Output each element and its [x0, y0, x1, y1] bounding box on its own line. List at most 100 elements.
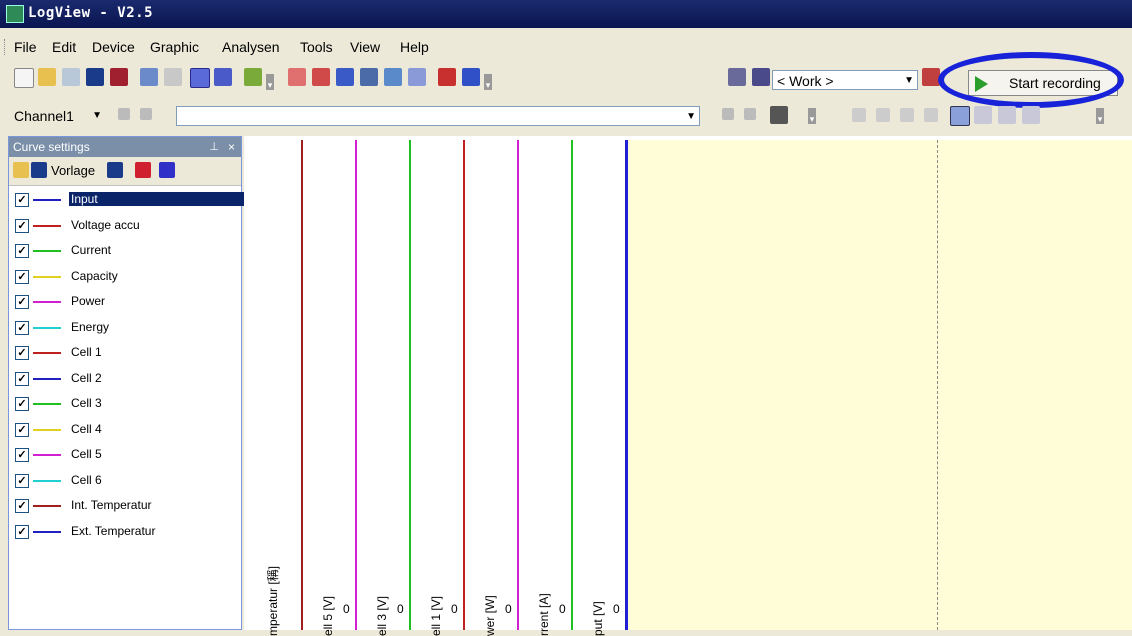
toolbar-chevron-4-icon[interactable]: ▾: [1096, 108, 1104, 124]
work-combo[interactable]: < Work > ▼: [772, 70, 918, 90]
arrow-left-2-icon[interactable]: [722, 108, 734, 120]
save-all-icon[interactable]: [86, 68, 104, 86]
zoom-in-icon[interactable]: [438, 68, 456, 86]
arrow-left-icon[interactable]: [118, 108, 130, 120]
menu-tools[interactable]: Tools: [300, 39, 333, 55]
curve-row[interactable]: ✓ Voltage accu: [9, 215, 241, 239]
y-axis-label: rrent [A]: [537, 556, 557, 636]
panel-header: Curve settings ⊥ ×: [9, 137, 241, 157]
curve-tool-2-icon[interactable]: [159, 162, 175, 178]
y-axis-line[interactable]: [301, 140, 303, 630]
curve-checkbox[interactable]: ✓: [15, 193, 29, 207]
curve-checkbox[interactable]: ✓: [15, 371, 29, 386]
curve-row[interactable]: ✓ Int. Temperatur: [9, 495, 241, 519]
curve-color-swatch: [33, 479, 61, 482]
underline-icon[interactable]: [924, 108, 938, 122]
toolbar-chevron-2-icon[interactable]: ▾: [484, 74, 492, 90]
curve-checkbox[interactable]: ✓: [15, 269, 29, 284]
window-icon[interactable]: [336, 68, 354, 86]
toolbar-chevron-icon[interactable]: ▾: [266, 74, 274, 90]
menu-graphic[interactable]: Graphic: [150, 39, 199, 55]
curve-row[interactable]: ✓ Energy: [9, 317, 241, 341]
curve-checkbox[interactable]: ✓: [15, 448, 29, 462]
curve-row[interactable]: ✓ Power: [9, 291, 241, 315]
curve-row[interactable]: ✓ Cell 4: [9, 419, 241, 443]
chart-data-icon[interactable]: [214, 68, 232, 86]
bold-icon[interactable]: [876, 108, 890, 122]
curve-tool-1-icon[interactable]: [135, 162, 151, 178]
menu-file[interactable]: File: [14, 39, 37, 55]
curve-checkbox[interactable]: ✓: [15, 320, 29, 335]
marker-icon[interactable]: [312, 68, 330, 86]
align-center-icon[interactable]: [974, 106, 992, 124]
chevron-down-icon[interactable]: ▼: [904, 71, 914, 91]
curve-row[interactable]: ✓ Cell 3: [9, 393, 241, 417]
comment-combo[interactable]: ▼: [176, 106, 700, 126]
new-file-icon[interactable]: [14, 68, 34, 88]
work-next-icon[interactable]: [752, 68, 770, 86]
plot-area[interactable]: [626, 140, 1132, 630]
curve-checkbox[interactable]: ✓: [15, 346, 29, 360]
menubar-grip[interactable]: [4, 39, 8, 55]
table-icon[interactable]: [360, 68, 378, 86]
curve-row[interactable]: ✓ Capacity: [9, 266, 241, 290]
timer-icon[interactable]: [408, 68, 426, 86]
arrow-right-2-icon[interactable]: [744, 108, 756, 120]
y-axis-line[interactable]: [517, 140, 519, 630]
align-right-icon[interactable]: [998, 106, 1016, 124]
chart-select-icon[interactable]: [190, 68, 210, 88]
curve-row[interactable]: ✓ Cell 2: [9, 368, 241, 392]
curve-checkbox[interactable]: ✓: [15, 473, 29, 488]
curve-checkbox[interactable]: ✓: [15, 397, 29, 411]
align-justify-icon[interactable]: [1022, 106, 1040, 124]
align-left-icon[interactable]: [950, 106, 970, 126]
menu-view[interactable]: View: [350, 39, 380, 55]
device-config-icon[interactable]: [244, 68, 262, 86]
menu-analysen[interactable]: Analysen: [222, 39, 280, 55]
curve-row[interactable]: ✓ Cell 1: [9, 342, 241, 366]
y-axis-line[interactable]: [571, 140, 573, 630]
trash-icon[interactable]: [770, 106, 788, 124]
text-A-icon[interactable]: [852, 108, 866, 122]
curve-checkbox[interactable]: ✓: [15, 244, 29, 258]
open-folder-icon[interactable]: [13, 162, 29, 178]
italic-icon[interactable]: [900, 108, 914, 122]
toolbar-chevron-3-icon[interactable]: ▾: [808, 108, 816, 124]
curve-row[interactable]: ✓ Input: [9, 189, 245, 213]
save-disabled-icon[interactable]: [62, 68, 80, 86]
menu-device[interactable]: Device: [92, 39, 135, 55]
curve-checkbox[interactable]: ✓: [15, 524, 29, 539]
save-template-icon[interactable]: [107, 162, 123, 178]
chevron-down-icon[interactable]: ▼: [686, 107, 696, 127]
y-axis-line[interactable]: [409, 140, 411, 630]
curve-checkbox[interactable]: ✓: [15, 422, 29, 437]
curve-row[interactable]: ✓ Cell 6: [9, 470, 241, 494]
curve-row[interactable]: ✓ Ext. Temperatur: [9, 521, 241, 545]
save-icon[interactable]: [31, 162, 47, 178]
analysis-icon[interactable]: [384, 68, 402, 86]
y-axis-label: put [V]: [591, 556, 611, 636]
arrow-right-icon[interactable]: [140, 108, 152, 120]
zoom-out-icon[interactable]: [462, 68, 480, 86]
chevron-down-icon[interactable]: ▼: [92, 106, 102, 126]
curve-checkbox[interactable]: ✓: [15, 295, 29, 309]
print-icon[interactable]: [110, 68, 128, 86]
work-prev-icon[interactable]: [728, 68, 746, 86]
cursor-icon[interactable]: [288, 68, 306, 86]
y-axis-line[interactable]: [355, 140, 357, 630]
curve-checkbox[interactable]: ✓: [15, 218, 29, 233]
curve-row[interactable]: ✓ Cell 5: [9, 444, 241, 468]
channel-combo[interactable]: Channel1 ▼: [10, 106, 102, 126]
curve-checkbox[interactable]: ✓: [15, 499, 29, 513]
properties-icon[interactable]: [164, 68, 182, 86]
y-axis-line[interactable]: [463, 140, 465, 630]
curve-row[interactable]: ✓ Current: [9, 240, 241, 264]
open-folder-icon[interactable]: [38, 68, 56, 86]
menu-edit[interactable]: Edit: [52, 39, 76, 55]
menu-help[interactable]: Help: [400, 39, 429, 55]
settings-icon[interactable]: [140, 68, 158, 86]
app-icon[interactable]: [6, 5, 24, 23]
pin-icon[interactable]: ⊥: [209, 137, 219, 157]
close-icon[interactable]: ×: [228, 137, 235, 157]
vorlage-label[interactable]: Vorlage: [51, 163, 95, 178]
